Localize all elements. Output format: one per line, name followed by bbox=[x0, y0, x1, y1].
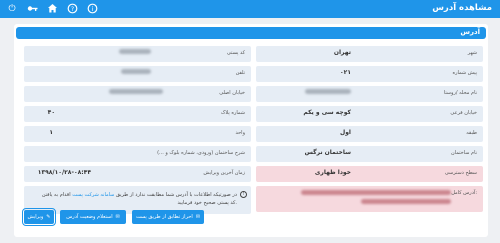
field-value: ۱ bbox=[49, 129, 53, 136]
field-label: نام محله /روستا bbox=[443, 90, 477, 96]
field-phone: تلفن bbox=[24, 66, 251, 82]
field-label: کد پستی bbox=[226, 50, 245, 56]
svg-text:?: ? bbox=[70, 6, 73, 13]
key-icon[interactable] bbox=[26, 3, 38, 15]
left-panel: کد پستی تلفن خیابان اصلی شماره پلاک ۴۰ و… bbox=[24, 46, 251, 214]
svg-text:i: i bbox=[91, 6, 93, 13]
field-label: طبقه bbox=[466, 130, 477, 136]
envelope-icon: ✉ bbox=[195, 214, 201, 220]
address-card: آدرس شهر تهران پیش شماره ۰۲۱ نام محله /ر… bbox=[14, 24, 488, 237]
edit-icon: ✎ bbox=[46, 214, 51, 220]
app-header: مشاهده آدرس ⏻ ? i bbox=[0, 0, 500, 18]
field-value: ۴۰ bbox=[47, 109, 55, 116]
field-value-redacted bbox=[121, 69, 151, 76]
field-last-edit: زمان آخرین ویرایش ۱۳۹۸/۱۰/۲۸-۰۸:۴۴ bbox=[24, 166, 251, 182]
field-value: ۰۲۱ bbox=[340, 69, 351, 76]
field-full-address: آدرس کامل: bbox=[256, 186, 483, 212]
field-building-description: شرح ساختمان (ورودی، شماره بلوک و ...) bbox=[24, 146, 251, 162]
field-value: کوچه سی و یکم bbox=[303, 109, 351, 116]
field-value: اول bbox=[340, 129, 351, 136]
field-city: شهر تهران bbox=[256, 46, 483, 62]
field-label: شهر bbox=[467, 50, 477, 56]
card-header: آدرس bbox=[16, 27, 486, 39]
field-value: ۱۳۹۸/۱۰/۲۸-۰۸:۴۴ bbox=[37, 169, 91, 176]
field-area-code: پیش شماره ۰۲۱ bbox=[256, 66, 483, 82]
help-icon[interactable]: ? bbox=[66, 3, 78, 15]
field-label: پیش شماره bbox=[452, 70, 477, 76]
field-label: واحد bbox=[235, 130, 245, 136]
field-value: ساختمان نرگس bbox=[304, 149, 351, 156]
edit-button-label: ویرایش bbox=[27, 214, 44, 220]
field-side-street: خیابان فرعی کوچه سی و یکم bbox=[256, 106, 483, 122]
field-label: خیابان اصلی bbox=[219, 90, 245, 96]
field-value-redacted bbox=[109, 89, 163, 96]
right-panel: شهر تهران پیش شماره ۰۲۱ نام محله /روستا … bbox=[256, 46, 483, 212]
field-label: سطح دسترسی bbox=[444, 170, 477, 176]
info-icon[interactable]: i bbox=[86, 3, 98, 15]
field-neighborhood: نام محله /روستا bbox=[256, 86, 483, 102]
field-unit: واحد ۱ bbox=[24, 126, 251, 142]
field-value-redacted bbox=[305, 89, 351, 96]
notice-text: در صورتیکه اطلاعات با آدرس شما مطابقت ند… bbox=[37, 191, 237, 207]
field-floor: طبقه اول bbox=[256, 126, 483, 142]
post-company-link[interactable]: سامانه شرکت پست bbox=[72, 192, 114, 198]
envelope-icon: ✉ bbox=[115, 214, 120, 220]
check-address-status-label: استعلام وضعیت آدرس bbox=[66, 214, 113, 220]
field-value: تهران bbox=[333, 49, 351, 56]
full-address-redacted bbox=[301, 190, 451, 204]
field-value-redacted bbox=[119, 49, 151, 56]
field-postal-code: کد پستی bbox=[24, 46, 251, 62]
field-main-street: خیابان اصلی bbox=[24, 86, 251, 102]
verify-by-post-label: احراز تطابق از طریق پست bbox=[135, 214, 193, 220]
field-label: نام ساختمان bbox=[451, 150, 477, 156]
field-building-name: نام ساختمان ساختمان نرگس bbox=[256, 146, 483, 162]
field-label: زمان آخرین ویرایش bbox=[203, 170, 245, 176]
power-icon[interactable]: ⏻ bbox=[6, 3, 18, 15]
field-label: شماره پلاک bbox=[220, 110, 245, 116]
edit-button[interactable]: ویرایش ✎ bbox=[22, 208, 56, 226]
field-label: آدرس کامل: bbox=[451, 190, 477, 196]
card-title: آدرس bbox=[460, 28, 480, 36]
page-title: مشاهده آدرس bbox=[432, 3, 492, 13]
info-circle-icon: ! bbox=[240, 191, 247, 198]
check-address-status-button[interactable]: استعلام وضعیت آدرس ✉ bbox=[60, 210, 126, 224]
notice-text-part: در صورتیکه اطلاعات با آدرس شما مطابقت ند… bbox=[115, 192, 237, 198]
field-label: خیابان فرعی bbox=[450, 110, 477, 116]
field-label: شرح ساختمان (ورودی، شماره بلوک و ...) bbox=[157, 150, 245, 156]
home-icon[interactable] bbox=[46, 3, 58, 15]
verify-by-post-button[interactable]: احراز تطابق از طریق پست ✉ bbox=[132, 210, 204, 224]
field-value: خودا ظهاری bbox=[314, 169, 351, 176]
field-label: تلفن bbox=[235, 70, 245, 76]
field-access-level: سطح دسترسی خودا ظهاری bbox=[256, 166, 483, 182]
field-plate-number: شماره پلاک ۴۰ bbox=[24, 106, 251, 122]
